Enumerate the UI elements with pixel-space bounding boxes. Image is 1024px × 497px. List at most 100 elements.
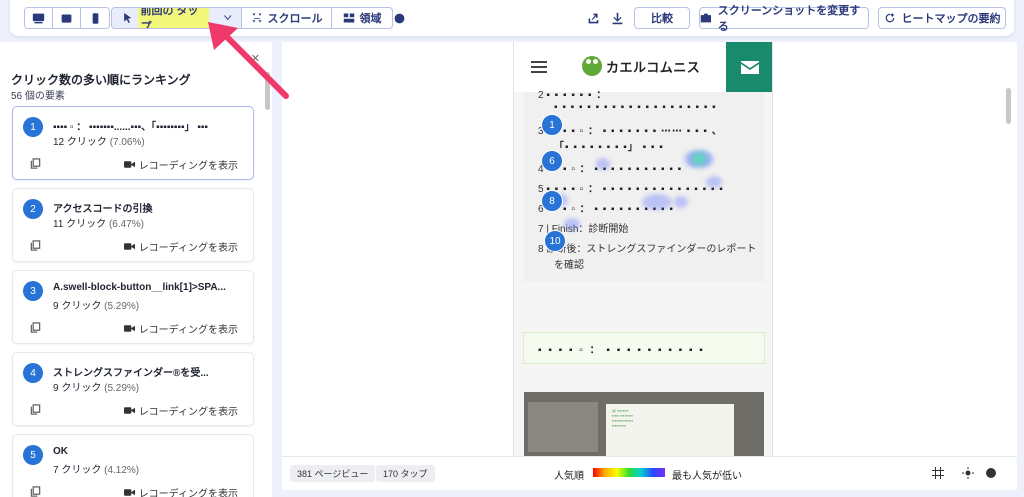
desktop-icon [32,13,45,23]
pageviews-badge: 381 ページビュー [290,465,376,482]
page-preview: カエルコムニス 2 ▪ ▪ ▪ ▪ ▪ ▪ ： ▪ ▪ ▪ ▪ ▪ ▪ ▪ ▪ … [513,42,773,456]
tab-area-label: 領域 [359,13,382,25]
heat-spot [642,194,672,210]
site-logo: カエルコムニス [582,56,700,76]
logo-text: カエルコムニス [606,59,701,75]
tab-scroll-label: スクロール [267,13,323,25]
taps-badge: 170 タップ [376,465,435,482]
download-icon[interactable] [610,11,624,25]
video-icon [123,489,135,496]
tab-area[interactable]: 領域 [332,8,392,28]
collapse-panel-icon[interactable]: ✕ [251,52,260,65]
share-icon[interactable] [586,11,600,25]
canvas-scrollbar[interactable] [1006,88,1011,124]
click-count: 9 クリック (5.29%) [53,301,140,312]
info-icon[interactable] [392,11,406,25]
ranking-card[interactable]: 3 A.swell-block-button__link[1]>SPA... 9… [12,270,254,344]
site-header: カエルコムニス [514,42,772,92]
copy-icon[interactable] [30,240,41,251]
tablet-button[interactable] [53,8,81,28]
ranking-title: クリック数の多い順にランキング [11,73,191,87]
toc-item[interactable]: 2 ▪ ▪ ▪ ▪ ▪ ▪ ： [538,86,607,101]
view-recording-link[interactable]: レコーディングを表示 [123,485,238,497]
click-count: 7 クリック (4.12%) [53,465,140,476]
area-icon [343,13,354,23]
desktop-button[interactable] [25,8,53,28]
brightness-icon[interactable] [962,467,974,479]
element-name: ▪▪▪▪ ▫ ： ▪▪▪▪▪▪▪......▪▪▪、「▪▪▪▪▪▪▪▪」 ▪▪▪ [53,122,208,133]
view-recording-link[interactable]: レコーディングを表示 [123,239,238,254]
info-icon[interactable] [985,467,997,479]
device-selector [24,7,110,29]
cursor-icon [124,12,132,24]
table-of-contents: 2 ▪ ▪ ▪ ▪ ▪ ▪ ： ▪ ▪ ▪ ▪ ▪ ▪ ▪ ▪ ▪ ▪ ▪ ▪ … [524,90,764,282]
heatmap-summary-label: ヒートマップの要約 [901,13,1001,25]
rank-badge: 5 [23,445,43,465]
status-bar: 381 ページビュー 170 タップ 人気順 最も人気が低い [282,456,1017,490]
click-count: 11 クリック (6.47%) [53,219,144,230]
copy-icon[interactable] [30,486,41,497]
legend-popular-label: 人気順 [554,471,584,482]
click-rank-marker[interactable]: 10 [544,230,566,252]
sparkle-refresh-icon [885,12,894,23]
heat-spot [684,150,714,168]
mobile-icon [92,12,98,24]
compare-label: 比較 [651,13,673,25]
ranking-card[interactable]: 1 ▪▪▪▪ ▫ ： ▪▪▪▪▪▪▪......▪▪▪、「▪▪▪▪▪▪▪▪」 ▪… [12,106,254,180]
view-recording-link[interactable]: レコーディングを表示 [123,157,238,172]
copy-icon[interactable] [30,404,41,415]
video-icon [123,325,135,332]
heat-legend-gradient [593,468,665,477]
content-callout: ▪ ▪ ▪ ▪ ▫ ： ▪ ▪ ▪ ▪ ▪ ▪ ▪ ▪ ▪ ▪ [523,332,765,364]
view-recording-link[interactable]: レコーディングを表示 [123,321,238,336]
click-count: 9 クリック (5.29%) [53,383,140,394]
rank-badge: 3 [23,281,43,301]
tab-tap-label: 前回の タップ [138,8,209,28]
copy-icon[interactable] [30,322,41,333]
heatmap-mode-tabs: 前回の タップ スクロール 領域 [111,7,393,29]
rank-badge: 1 [23,117,43,137]
copy-icon[interactable] [30,158,41,169]
heatmap-summary-button[interactable]: ヒートマップの要約 [878,7,1006,29]
toc-item[interactable]: 5 ▪ ▪ ▪ ▪ ▫ ： ▪ ▪ ▪ ▪ ▪ ▪ ▪ ▪ ▪ ▪ ▪ ▪ ▪ … [538,180,724,195]
click-rank-marker[interactable]: 8 [541,190,563,212]
click-rank-marker[interactable]: 6 [541,150,563,172]
toc-item[interactable]: 3 ▪ ▪ ▪ ▪ ▫ ： ▪ ▪ ▪ ▪ ▪ ▪ ▪ ⋯⋯ ▪ ▪ ▪ 、 [538,122,723,137]
heat-spot [596,158,610,170]
heatmap-canvas: カエルコムニス 2 ▪ ▪ ▪ ▪ ▪ ▪ ： ▪ ▪ ▪ ▪ ▪ ▪ ▪ ▪ … [282,42,1017,456]
frog-logo-icon [582,56,602,76]
element-name: OK [53,446,68,457]
mobile-button[interactable] [81,8,109,28]
tab-tap[interactable]: 前回の タップ [112,8,242,28]
ranking-card[interactable]: 2 アクセスコードの引換 11 クリック (6.47%) レコーディングを表示 [12,188,254,262]
camera-icon [700,13,712,23]
click-rank-marker[interactable]: 1 [541,114,563,136]
change-screenshot-label: スクリーンショットを変更する [717,5,861,33]
video-icon [123,243,135,250]
change-screenshot-button[interactable]: スクリーンショットを変更する [699,5,869,33]
view-recording-link[interactable]: レコーディングを表示 [123,403,238,418]
click-count: 12 クリック (7.06%) [53,137,145,148]
ranking-card[interactable]: 5 OK 7 クリック (4.12%) レコーディングを表示 [12,434,254,497]
ranking-panel: ✕ クリック数の多い順にランキング 56 個の要素 1 ▪▪▪▪ ▫ ： ▪▪▪… [0,42,272,497]
compare-button[interactable]: 比較 [634,7,690,29]
article-image: @ ▪▪▪▪▪▪▪▪ ▪▪▪▪▪ ▪▪▪▪▪▪▪▪▪ ▪▪▪▪▪▪▪▪▪▪▪▪▪▪▪… [524,392,764,456]
ranking-scrollbar[interactable] [265,72,270,110]
heat-spot [706,176,722,188]
heat-spot [564,218,580,230]
legend-least-label: 最も人気が低い [672,471,742,482]
toc-item[interactable]: を確認 [554,256,584,271]
toc-item[interactable]: 8 診断後：ストレングスファインダーのレポート [538,240,756,255]
tab-scroll[interactable]: スクロール [242,8,332,28]
toolbar: 前回の タップ スクロール 領域 比較 スクリーンショットを変更する ヒートマッ… [10,0,1014,36]
toc-item[interactable]: ▪ ▪ ▪ ▪ ▪ ▪ ▪ ▪ ▪ ▪ ▪ ▪ ▪ ▪ ▪ ▪ ▪ ▪ ▪ ▪ [554,102,717,113]
chevron-down-icon[interactable] [222,12,233,24]
mail-button[interactable] [726,42,772,92]
grid-toggle-icon[interactable] [932,467,944,479]
video-icon [123,407,135,414]
heat-spot [674,196,688,208]
ranking-card[interactable]: 4 ストレングスファインダー®を受... 9 クリック (5.29%) レコーデ… [12,352,254,426]
mail-icon [741,60,759,74]
hamburger-menu-icon[interactable] [531,61,547,73]
toc-item[interactable]: 「▪ ▪ ▪ ▪ ▪ ▪ ▪ ▪」 ▪ ▪ ▪ [554,138,664,153]
